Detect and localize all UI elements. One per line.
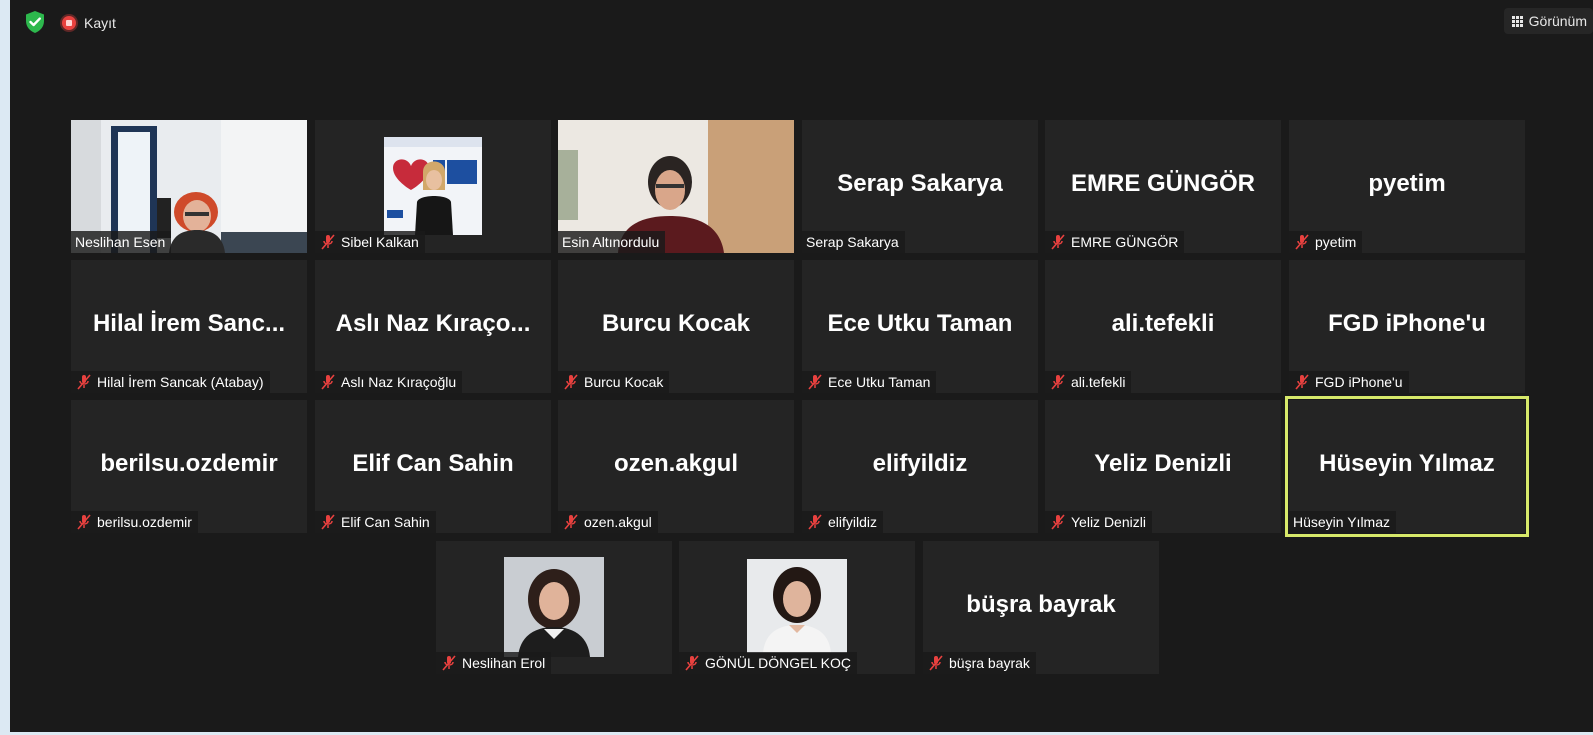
- participant-name-label: Elif Can Sahin: [315, 511, 436, 533]
- participant-tile-sibel-kalkan[interactable]: Sibel Kalkan: [315, 120, 551, 253]
- profile-photo: [504, 557, 604, 657]
- participant-display-name: elifyildiz: [872, 450, 968, 477]
- zoom-meeting-window: Kayıt Görünüm Neslihan Esen Sibel Kalkan…: [10, 0, 1593, 732]
- participant-name-label: ali.tefekli: [1045, 371, 1132, 393]
- security-shield-icon[interactable]: [24, 10, 46, 34]
- mic-muted-icon: [319, 233, 337, 251]
- participant-display-name: Ece Utku Taman: [827, 310, 1013, 337]
- record-icon: [62, 16, 76, 30]
- mic-muted-icon: [75, 373, 93, 391]
- mic-muted-icon: [1049, 233, 1067, 251]
- participant-display-name: FGD iPhone'u: [1328, 310, 1486, 337]
- participant-name-label: FGD iPhone'u: [1289, 371, 1409, 393]
- participant-tile-asli-naz-kiracoglu[interactable]: Aslı Naz Kıraço... Aslı Naz Kıraçoğlu: [315, 260, 551, 393]
- mic-muted-icon: [806, 513, 824, 531]
- participant-tile-huseyin-yilmaz[interactable]: Hüseyin Yılmaz Hüseyin Yılmaz: [1285, 396, 1529, 537]
- mic-muted-icon: [319, 513, 337, 531]
- profile-photo: [747, 559, 847, 653]
- participant-display-name: Yeliz Denizli: [1094, 450, 1232, 477]
- participant-tile-ozen-akgul[interactable]: ozen.akgul ozen.akgul: [558, 400, 794, 533]
- participant-tile-ece-utku-taman[interactable]: Ece Utku Taman Ece Utku Taman: [802, 260, 1038, 393]
- mic-muted-icon: [683, 654, 701, 672]
- participant-display-name: Aslı Naz Kıraço...: [335, 310, 531, 337]
- participant-name-label: Ece Utku Taman: [802, 371, 937, 393]
- participant-name-label: berilsu.ozdemir: [71, 511, 198, 533]
- participant-tile-ali-tefekli[interactable]: ali.tefekli ali.tefekli: [1045, 260, 1281, 393]
- participant-display-name: pyetim: [1368, 170, 1446, 197]
- participant-name-label: Hilal İrem Sancak (Atabay): [71, 371, 270, 393]
- participant-name-label: GÖNÜL DÖNGEL KOÇ: [679, 652, 857, 674]
- participant-tile-elif-can-sahin[interactable]: Elif Can Sahin Elif Can Sahin: [315, 400, 551, 533]
- participant-tile-elifyildiz[interactable]: elifyildiz elifyildiz: [802, 400, 1038, 533]
- participant-display-name: ozen.akgul: [613, 450, 739, 477]
- participant-tile-berilsu-ozdemir[interactable]: berilsu.ozdemir berilsu.ozdemir: [71, 400, 307, 533]
- participant-display-name: Elif Can Sahin: [352, 450, 514, 477]
- participant-display-name: büşra bayrak: [966, 591, 1116, 618]
- participant-tile-neslihan-esen[interactable]: Neslihan Esen: [71, 120, 307, 253]
- participant-tile-yeliz-denizli[interactable]: Yeliz Denizli Yeliz Denizli: [1045, 400, 1281, 533]
- mic-muted-icon: [927, 654, 945, 672]
- participant-display-name: berilsu.ozdemir: [100, 450, 278, 477]
- participant-tile-fgd-iphone[interactable]: FGD iPhone'u FGD iPhone'u: [1289, 260, 1525, 393]
- participant-display-name: EMRE GÜNGÖR: [1070, 170, 1255, 197]
- participant-name-label: Neslihan Esen: [71, 231, 172, 253]
- participant-display-name: Burcu Kocak: [601, 310, 751, 337]
- participant-name-label: Yeliz Denizli: [1045, 511, 1152, 533]
- participant-tile-esin-altinordulu[interactable]: Esin Altınordulu: [558, 120, 794, 253]
- mic-muted-icon: [562, 373, 580, 391]
- view-button[interactable]: Görünüm: [1503, 8, 1593, 34]
- participant-tile-pyetim[interactable]: pyetim pyetim: [1289, 120, 1525, 253]
- mic-muted-icon: [806, 373, 824, 391]
- grid-view-icon: [1511, 15, 1523, 27]
- recording-indicator[interactable]: Kayıt: [62, 12, 116, 34]
- participant-name-label: EMRE GÜNGÖR: [1045, 231, 1185, 253]
- participant-display-name: ali.tefekli: [1111, 310, 1215, 337]
- mic-muted-icon: [1049, 373, 1067, 391]
- view-label: Görünüm: [1528, 13, 1587, 29]
- participant-display-name: Hüseyin Yılmaz: [1319, 450, 1495, 477]
- participant-name-label: Aslı Naz Kıraçoğlu: [315, 371, 463, 393]
- participant-tile-serap-sakarya[interactable]: Serap Sakarya Serap Sakarya: [802, 120, 1038, 253]
- top-bar: Kayıt Görünüm: [10, 0, 1593, 44]
- participant-name-label: Serap Sakarya: [802, 231, 905, 253]
- participant-tile-busra-bayrak[interactable]: büşra bayrak büşra bayrak: [923, 541, 1159, 674]
- mic-muted-icon: [562, 513, 580, 531]
- participant-name-label: Burcu Kocak: [558, 371, 670, 393]
- participant-name-label: büşra bayrak: [923, 652, 1036, 674]
- participant-name-label: Hüseyin Yılmaz: [1289, 511, 1397, 533]
- mic-muted-icon: [440, 654, 458, 672]
- participant-name-label: elifyildiz: [802, 511, 884, 533]
- participant-display-name: Hilal İrem Sanc...: [92, 310, 286, 337]
- mic-muted-icon: [1293, 373, 1311, 391]
- participant-tile-neslihan-erol[interactable]: Neslihan Erol: [436, 541, 672, 674]
- participant-name-label: ozen.akgul: [558, 511, 658, 533]
- participant-display-name: Serap Sakarya: [837, 170, 1003, 197]
- participant-tile-hilal-irem-sancak[interactable]: Hilal İrem Sanc... Hilal İrem Sancak (At…: [71, 260, 307, 393]
- participant-tile-gonul-dongel-koc[interactable]: GÖNÜL DÖNGEL KOÇ: [679, 541, 915, 674]
- participant-name-label: pyetim: [1289, 231, 1363, 253]
- participant-name-label: Esin Altınordulu: [558, 231, 666, 253]
- mic-muted-icon: [319, 373, 337, 391]
- participant-tile-emre-gungor[interactable]: EMRE GÜNGÖR EMRE GÜNGÖR: [1045, 120, 1281, 253]
- recording-label: Kayıt: [84, 15, 116, 31]
- participant-name-label: Sibel Kalkan: [315, 231, 425, 253]
- mic-muted-icon: [1293, 233, 1311, 251]
- mic-muted-icon: [1049, 513, 1067, 531]
- participant-name-label: Neslihan Erol: [436, 652, 552, 674]
- participant-tile-burcu-kocak[interactable]: Burcu Kocak Burcu Kocak: [558, 260, 794, 393]
- mic-muted-icon: [75, 513, 93, 531]
